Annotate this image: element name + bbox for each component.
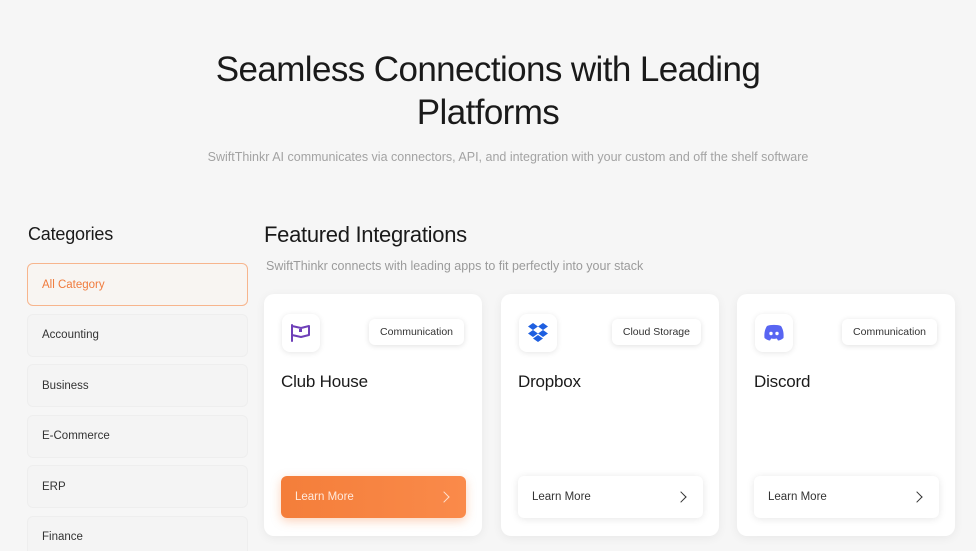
app-name: Club House [281,372,368,391]
discord-icon [755,314,793,352]
category-tag: Cloud Storage [611,319,701,345]
integration-card-discord: Communication Discord Learn More [737,294,955,536]
category-item-all[interactable]: All Category [27,263,248,306]
chevron-right-icon [438,491,450,503]
integrations-page: Seamless Connections with Leading Platfo… [0,0,976,551]
hero-subtitle: SwiftThinkr AI communicates via connecto… [207,150,809,164]
learn-more-button[interactable]: Learn More [518,476,703,518]
category-tag: Communication [369,319,464,345]
category-item-accounting[interactable]: Accounting [27,313,248,357]
integration-card-clubhouse: Communication Club House Learn More [264,294,482,536]
category-item-erp[interactable]: ERP [27,465,248,508]
category-item-business[interactable]: Business [27,364,248,407]
learn-more-label: Learn More [295,491,354,503]
integration-card-dropbox: Cloud Storage Dropbox Learn More [501,294,719,536]
featured-subtitle: SwiftThinkr connects with leading apps t… [266,259,644,273]
category-item-ecommerce[interactable]: E-Commerce [27,414,248,458]
hero-title: Seamless Connections with Leading Platfo… [0,48,976,134]
category-list: All Category Accounting Business E-Comme… [27,263,248,551]
clubhouse-flag-icon [282,314,320,352]
chevron-right-icon [675,491,687,503]
learn-more-button[interactable]: Learn More [281,476,466,518]
app-name: Discord [754,372,811,391]
dropbox-icon [519,314,557,352]
learn-more-label: Learn More [768,491,827,503]
category-item-finance[interactable]: Finance [27,515,248,551]
hero-title-line1: Seamless Connections with Leading [215,50,761,89]
category-tag: Communication [842,319,937,345]
app-name: Dropbox [518,372,581,391]
chevron-right-icon [911,491,923,503]
categories-heading: Categories [28,224,114,244]
featured-heading: Featured Integrations [264,222,467,247]
learn-more-label: Learn More [532,491,591,503]
learn-more-button[interactable]: Learn More [754,476,939,518]
hero-title-line2: Platforms [416,93,560,132]
